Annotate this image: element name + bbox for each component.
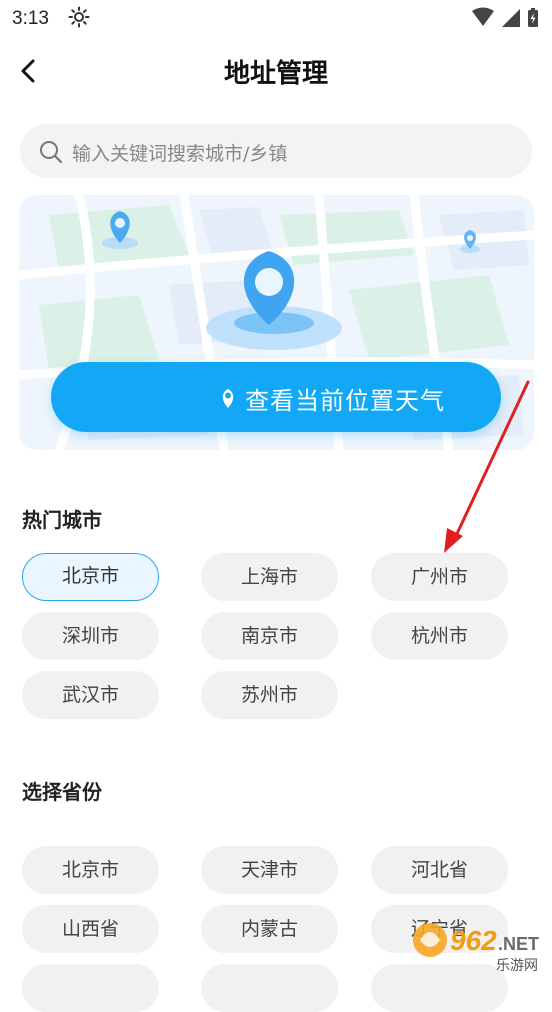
watermark-number: 962 <box>450 925 497 956</box>
annotation-arrow <box>444 380 530 553</box>
watermark-sub: 乐游网 <box>496 958 538 974</box>
watermark-suffix: .NET <box>498 934 539 954</box>
site-watermark-logo: 962 .NET 乐游网 <box>413 923 539 974</box>
